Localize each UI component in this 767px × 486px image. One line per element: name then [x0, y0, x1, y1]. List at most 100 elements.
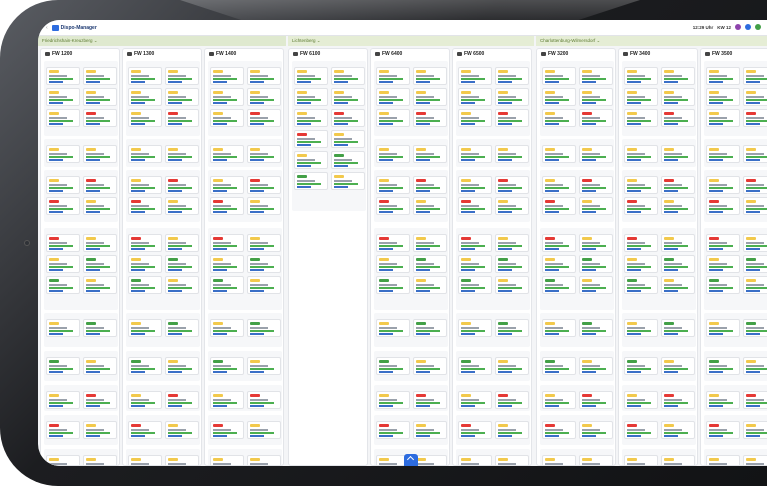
assignment-card[interactable]	[46, 197, 80, 215]
assignment-card[interactable]	[83, 455, 117, 465]
assignment-card[interactable]	[624, 421, 658, 439]
assignment-card[interactable]	[128, 421, 162, 439]
assignment-card[interactable]	[458, 391, 492, 409]
assignment-card[interactable]	[331, 88, 365, 106]
assignment-card[interactable]	[413, 255, 447, 273]
assignment-card[interactable]	[579, 276, 613, 294]
user-avatar-1[interactable]	[735, 24, 741, 30]
assignment-card[interactable]	[624, 88, 658, 106]
assignment-card[interactable]	[579, 197, 613, 215]
assignment-card[interactable]	[661, 176, 695, 194]
assignment-card[interactable]	[165, 67, 199, 85]
assignment-card[interactable]	[661, 455, 695, 465]
assignment-card[interactable]	[661, 234, 695, 252]
assignment-card[interactable]	[706, 197, 740, 215]
assignment-card[interactable]	[413, 391, 447, 409]
assignment-card[interactable]	[624, 255, 658, 273]
assignment-card[interactable]	[743, 391, 767, 409]
assignment-card[interactable]	[542, 176, 576, 194]
assignment-card[interactable]	[247, 145, 281, 163]
assignment-card[interactable]	[743, 176, 767, 194]
assignment-card[interactable]	[128, 234, 162, 252]
assignment-card[interactable]	[128, 276, 162, 294]
assignment-card[interactable]	[706, 276, 740, 294]
assignment-card[interactable]	[128, 319, 162, 337]
assignment-card[interactable]	[542, 145, 576, 163]
back-button[interactable]: ‹	[46, 25, 48, 31]
assignment-card[interactable]	[165, 109, 199, 127]
assignment-card[interactable]	[331, 172, 365, 190]
assignment-card[interactable]	[661, 276, 695, 294]
assignment-card[interactable]	[46, 234, 80, 252]
assignment-card[interactable]	[46, 176, 80, 194]
assignment-card[interactable]	[743, 197, 767, 215]
assignment-card[interactable]	[495, 197, 529, 215]
assignment-card[interactable]	[165, 421, 199, 439]
assignment-card[interactable]	[661, 421, 695, 439]
assignment-card[interactable]	[413, 88, 447, 106]
assignment-card[interactable]	[458, 67, 492, 85]
assignment-card[interactable]	[706, 88, 740, 106]
assignment-card[interactable]	[165, 255, 199, 273]
assignment-card[interactable]	[495, 276, 529, 294]
assignment-card[interactable]	[495, 234, 529, 252]
assignment-card[interactable]	[247, 319, 281, 337]
assignment-card[interactable]	[331, 151, 365, 169]
assignment-card[interactable]	[706, 455, 740, 465]
assignment-card[interactable]	[579, 391, 613, 409]
expand-panel-button[interactable]	[404, 454, 418, 466]
assignment-card[interactable]	[413, 276, 447, 294]
assignment-card[interactable]	[624, 109, 658, 127]
assignment-card[interactable]	[128, 176, 162, 194]
assignment-card[interactable]	[743, 319, 767, 337]
district-header-3[interactable]: Charlottenburg-Wilmersdorf ⌄	[536, 36, 767, 46]
assignment-card[interactable]	[165, 197, 199, 215]
assignment-card[interactable]	[579, 319, 613, 337]
assignment-card[interactable]	[210, 455, 244, 465]
column-header[interactable]: FW 6500	[453, 49, 531, 59]
assignment-card[interactable]	[128, 109, 162, 127]
assignment-card[interactable]	[413, 67, 447, 85]
assignment-card[interactable]	[83, 176, 117, 194]
assignment-card[interactable]	[210, 88, 244, 106]
assignment-card[interactable]	[706, 357, 740, 375]
assignment-card[interactable]	[661, 88, 695, 106]
column-header[interactable]: FW 1400	[205, 49, 283, 59]
assignment-card[interactable]	[743, 88, 767, 106]
assignment-card[interactable]	[165, 455, 199, 465]
assignment-card[interactable]	[376, 145, 410, 163]
assignment-card[interactable]	[210, 421, 244, 439]
assignment-card[interactable]	[210, 176, 244, 194]
assignment-card[interactable]	[376, 319, 410, 337]
assignment-card[interactable]	[83, 234, 117, 252]
assignment-card[interactable]	[661, 145, 695, 163]
district-header-1[interactable]: Friedrichshain-Kreuzberg ⌄	[38, 36, 286, 46]
assignment-card[interactable]	[46, 109, 80, 127]
assignment-card[interactable]	[83, 319, 117, 337]
assignment-card[interactable]	[376, 67, 410, 85]
assignment-card[interactable]	[376, 197, 410, 215]
assignment-card[interactable]	[495, 357, 529, 375]
assignment-card[interactable]	[743, 421, 767, 439]
assignment-card[interactable]	[46, 255, 80, 273]
assignment-card[interactable]	[294, 109, 328, 127]
assignment-card[interactable]	[413, 455, 447, 465]
assignment-card[interactable]	[624, 319, 658, 337]
assignment-card[interactable]	[331, 109, 365, 127]
column-header[interactable]: FW 1300	[123, 49, 201, 59]
assignment-card[interactable]	[83, 197, 117, 215]
assignment-card[interactable]	[413, 145, 447, 163]
assignment-card[interactable]	[458, 319, 492, 337]
assignment-card[interactable]	[743, 255, 767, 273]
assignment-card[interactable]	[210, 276, 244, 294]
assignment-card[interactable]	[376, 88, 410, 106]
assignment-card[interactable]	[624, 455, 658, 465]
assignment-card[interactable]	[331, 67, 365, 85]
assignment-card[interactable]	[413, 197, 447, 215]
assignment-card[interactable]	[661, 197, 695, 215]
assignment-card[interactable]	[376, 234, 410, 252]
column-header[interactable]: FW 1200	[41, 49, 119, 59]
district-header-2[interactable]: Lichtenberg ⌄	[288, 36, 534, 46]
assignment-card[interactable]	[458, 109, 492, 127]
assignment-card[interactable]	[210, 319, 244, 337]
